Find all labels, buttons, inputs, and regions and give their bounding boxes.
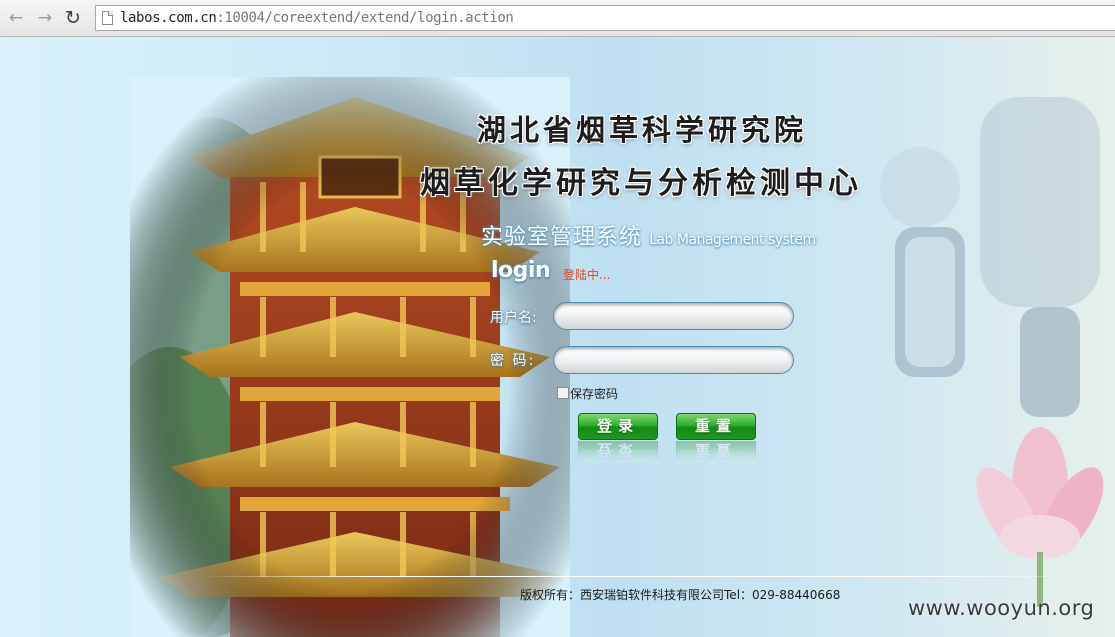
reset-button-reflection: 重置 [676,441,756,463]
login-page: 湖北省烟草科学研究院 烟草化学研究与分析检测中心 实验室管理系统 Lab Man… [0,37,1115,637]
back-arrow-icon[interactable]: ← [6,8,26,28]
footer-divider [200,576,1090,577]
copyright-text: 版权所有：西安瑞铂软件科技有限公司Tel：029-88440668 [520,586,840,603]
login-button[interactable]: 登录 [578,413,658,440]
address-bar[interactable]: labos.com.cn:10004/coreextend/extend/log… [95,5,1115,31]
password-label: 密 码: [490,353,536,369]
url-path: :10004/coreextend/extend/login.action [216,10,514,26]
login-button-reflection: 登录 [578,441,658,463]
title-institute: 湖北省烟草科学研究院 [477,113,808,147]
reset-button[interactable]: 重置 [676,413,756,440]
system-name-cn: 实验室管理系统 [481,225,643,250]
url-host: labos.com.cn [120,10,217,26]
system-name: 实验室管理系统 Lab Management system [481,219,816,251]
remember-password-checkbox[interactable] [557,387,569,399]
copyright-tel: Tel：029-88440668 [724,588,841,602]
password-input[interactable] [553,346,794,374]
page-icon [102,11,113,25]
login-status: 登陆中... [563,268,611,282]
remember-password[interactable]: 保存密码 [557,385,618,402]
username-label: 用户名: [490,310,537,326]
lotus-flower-image [976,427,1104,607]
system-name-en: Lab Management system [649,232,816,248]
remember-password-label: 保存密码 [570,387,619,401]
forward-arrow-icon[interactable]: → [35,8,55,28]
reset-button-reflection-label: 重置 [676,441,756,463]
url-text: labos.com.cn:10004/coreextend/extend/log… [120,10,514,26]
username-input[interactable] [553,302,794,330]
copyright-company: 版权所有：西安瑞铂软件科技有限公司 [520,588,725,602]
login-button-reflection-label: 登录 [578,441,658,463]
title-center: 烟草化学研究与分析检测中心 [420,166,862,201]
login-heading: login [491,258,551,283]
browser-toolbar: ← → ↻ labos.com.cn:10004/coreextend/exte… [0,0,1115,37]
watermark-text: www.wooyun.org [908,596,1095,620]
reload-icon[interactable]: ↻ [63,8,83,28]
